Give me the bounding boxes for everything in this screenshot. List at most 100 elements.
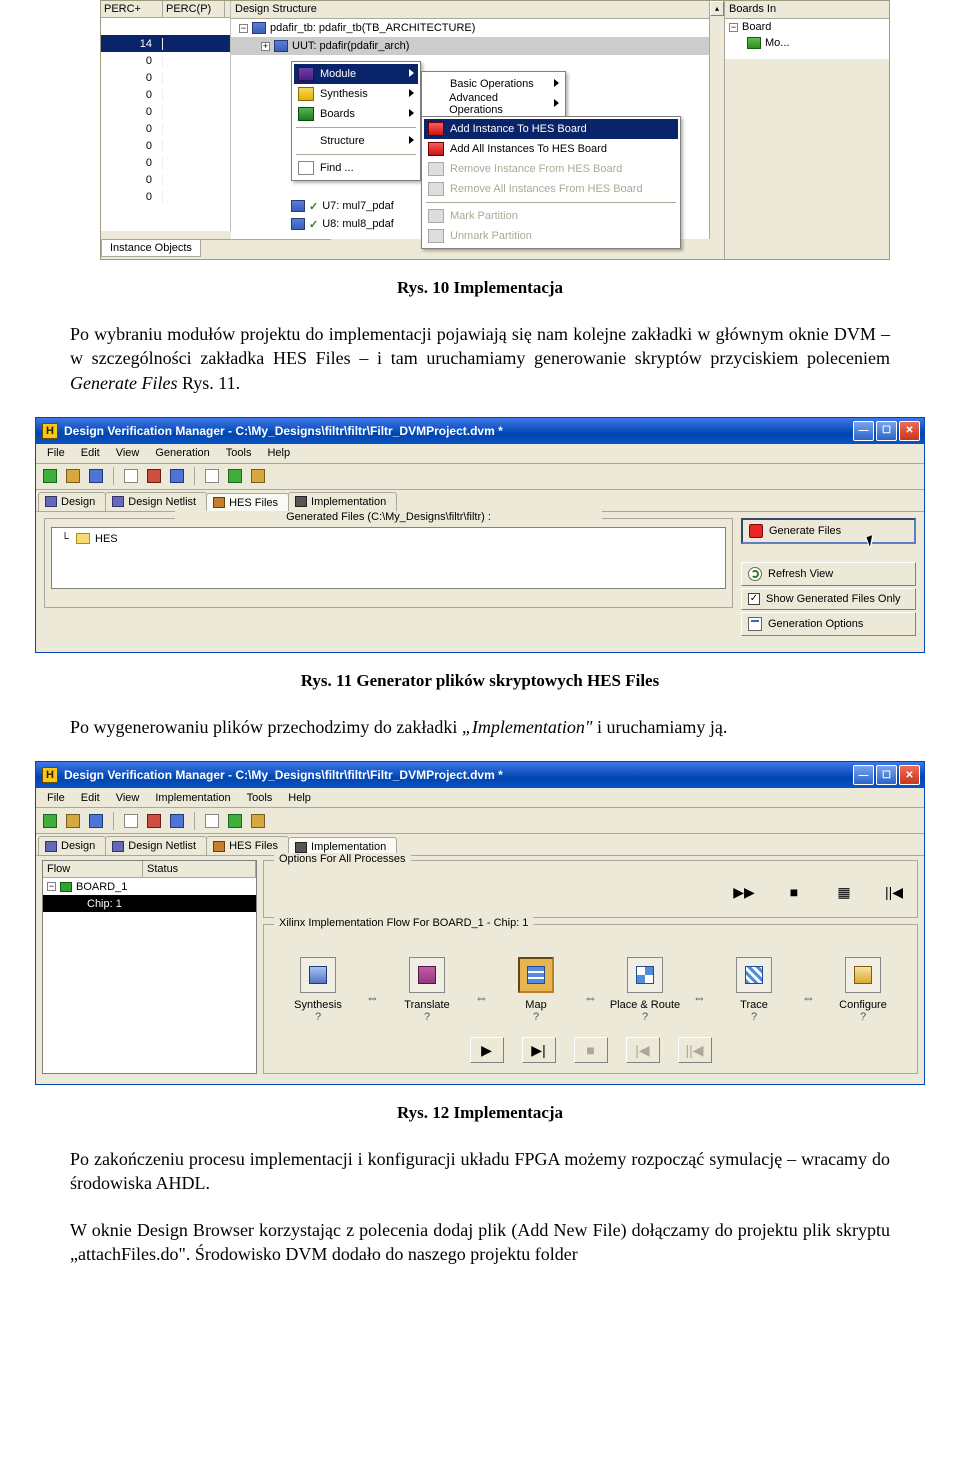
menu-item[interactable]: Advanced Operations <box>424 94 563 114</box>
menu-item[interactable]: Remove All Instances From HES Board <box>424 179 678 199</box>
collapse-icon[interactable]: − <box>729 23 738 32</box>
close-button[interactable]: ✕ <box>899 421 920 441</box>
button-generation-options[interactable]: Generation Options <box>741 612 916 636</box>
toolbar-btn[interactable] <box>225 811 245 831</box>
titlebar[interactable]: H Design Verification Manager - C:\My_De… <box>36 418 924 444</box>
tree-row[interactable]: −pdafir_tb: pdafir_tb(TB_ARCHITECTURE) <box>231 19 724 37</box>
toolbar-btn[interactable] <box>225 466 245 486</box>
control-button[interactable]: ||◀ <box>678 1037 712 1063</box>
col-perc-p[interactable]: PERC(P) <box>163 1 225 17</box>
toolbar-btn[interactable] <box>248 811 268 831</box>
design-structure-header[interactable]: Design Structure <box>231 1 724 19</box>
flow-tree-row[interactable]: −BOARD_1 <box>43 878 256 895</box>
toolbar-btn[interactable] <box>167 466 187 486</box>
expand-icon[interactable]: − <box>47 882 56 891</box>
tab-design[interactable]: Design <box>38 836 106 855</box>
flow-step-map[interactable]: Map? <box>498 957 574 1023</box>
table-row[interactable]: 14 <box>101 35 230 52</box>
table-row[interactable]: 0 <box>101 103 230 120</box>
menu-generation[interactable]: Generation <box>148 445 216 461</box>
menu-item[interactable]: Add All Instances To HES Board <box>424 139 678 159</box>
menu-help[interactable]: Help <box>281 790 318 806</box>
toolbar-btn[interactable] <box>40 811 60 831</box>
flow-step-translate[interactable]: Translate? <box>389 957 465 1023</box>
flow-step-synthesis[interactable]: Synthesis? <box>280 957 356 1023</box>
maximize-button[interactable]: ☐ <box>876 765 897 785</box>
menu-item[interactable]: Unmark Partition <box>424 226 678 246</box>
control-button[interactable]: ▶ <box>470 1037 504 1063</box>
tab-design-netlist[interactable]: Design Netlist <box>105 836 207 855</box>
scroll-up-icon[interactable]: ▴ <box>710 1 724 16</box>
toolbar-btn[interactable] <box>86 811 106 831</box>
col-perc-plus[interactable]: PERC+ <box>101 1 163 17</box>
menu-item[interactable]: Add Instance To HES Board <box>424 119 678 139</box>
maximize-button[interactable]: ☐ <box>876 421 897 441</box>
flow-step-configure[interactable]: Configure? <box>825 957 901 1023</box>
toolbar-btn[interactable] <box>144 811 164 831</box>
menu-item[interactable]: Module <box>294 64 418 84</box>
menu-item[interactable]: Structure <box>294 131 418 151</box>
menu-item[interactable]: Basic Operations <box>424 74 563 94</box>
table-row[interactable]: 0 <box>101 137 230 154</box>
flow-step-icon[interactable] <box>300 957 336 993</box>
menu-tools[interactable]: Tools <box>240 790 280 806</box>
flow-step-icon[interactable] <box>409 957 445 993</box>
process-button[interactable]: ■ <box>779 881 809 903</box>
toolbar-btn[interactable] <box>86 466 106 486</box>
flow-tree-row[interactable]: Chip: 1 <box>43 895 256 912</box>
button-show-generated-files-only[interactable]: ✓Show Generated Files Only <box>741 588 916 610</box>
toolbar-btn[interactable] <box>248 466 268 486</box>
button-generate-files[interactable]: Generate Files <box>741 518 916 544</box>
expand-icon[interactable]: + <box>261 42 270 51</box>
close-button[interactable]: ✕ <box>899 765 920 785</box>
scrollbar[interactable]: ▴ <box>709 1 724 239</box>
minimize-button[interactable]: — <box>853 765 874 785</box>
table-row[interactable]: 0 <box>101 86 230 103</box>
control-button[interactable]: |◀ <box>626 1037 660 1063</box>
flow-step-place-route[interactable]: Place & Route? <box>607 957 683 1023</box>
table-row[interactable]: 0 <box>101 120 230 137</box>
menu-view[interactable]: View <box>109 790 147 806</box>
process-button[interactable]: ||◀ <box>879 881 909 903</box>
control-button[interactable]: ▶| <box>522 1037 556 1063</box>
menu-item[interactable]: Boards <box>294 104 418 124</box>
table-row[interactable]: 0 <box>101 171 230 188</box>
button-refresh-view[interactable]: Refresh View <box>741 562 916 586</box>
table-row[interactable]: 0 <box>101 69 230 86</box>
menu-edit[interactable]: Edit <box>74 790 107 806</box>
boards-subrow[interactable]: Mo... <box>725 35 889 51</box>
col-flow[interactable]: Flow <box>43 861 143 877</box>
toolbar-btn[interactable] <box>144 466 164 486</box>
flow-step-trace[interactable]: Trace? <box>716 957 792 1023</box>
toolbar-btn[interactable] <box>167 811 187 831</box>
flow-step-icon[interactable] <box>627 957 663 993</box>
menu-file[interactable]: File <box>40 790 72 806</box>
menu-view[interactable]: View <box>109 445 147 461</box>
menu-help[interactable]: Help <box>260 445 297 461</box>
generated-files-tree[interactable]: └ HES <box>51 527 726 589</box>
titlebar[interactable]: H Design Verification Manager - C:\My_De… <box>36 762 924 788</box>
toolbar-btn[interactable] <box>202 466 222 486</box>
menu-item[interactable]: Synthesis <box>294 84 418 104</box>
menu-file[interactable]: File <box>40 445 72 461</box>
tree-row[interactable]: +UUT: pdafir(pdafir_arch) <box>231 37 724 55</box>
tab-design-netlist[interactable]: Design Netlist <box>105 492 207 511</box>
table-row[interactable]: 0 <box>101 188 230 205</box>
tab-instance-objects[interactable]: Instance Objects <box>101 240 201 257</box>
menu-tools[interactable]: Tools <box>219 445 259 461</box>
tab-implementation[interactable]: Implementation <box>288 492 397 511</box>
menu-edit[interactable]: Edit <box>74 445 107 461</box>
table-row[interactable]: 0 <box>101 154 230 171</box>
checkbox[interactable]: ✓ <box>748 593 760 605</box>
tab-hes-files[interactable]: HES Files <box>206 493 289 512</box>
menu-item[interactable]: Remove Instance From HES Board <box>424 159 678 179</box>
control-button[interactable]: ■ <box>574 1037 608 1063</box>
flow-step-icon[interactable] <box>518 957 554 993</box>
toolbar-btn[interactable] <box>63 466 83 486</box>
toolbar-btn[interactable] <box>40 466 60 486</box>
toolbar-btn[interactable] <box>121 811 141 831</box>
minimize-button[interactable]: — <box>853 421 874 441</box>
expand-icon[interactable]: − <box>239 24 248 33</box>
flow-step-icon[interactable] <box>736 957 772 993</box>
flow-step-icon[interactable] <box>845 957 881 993</box>
